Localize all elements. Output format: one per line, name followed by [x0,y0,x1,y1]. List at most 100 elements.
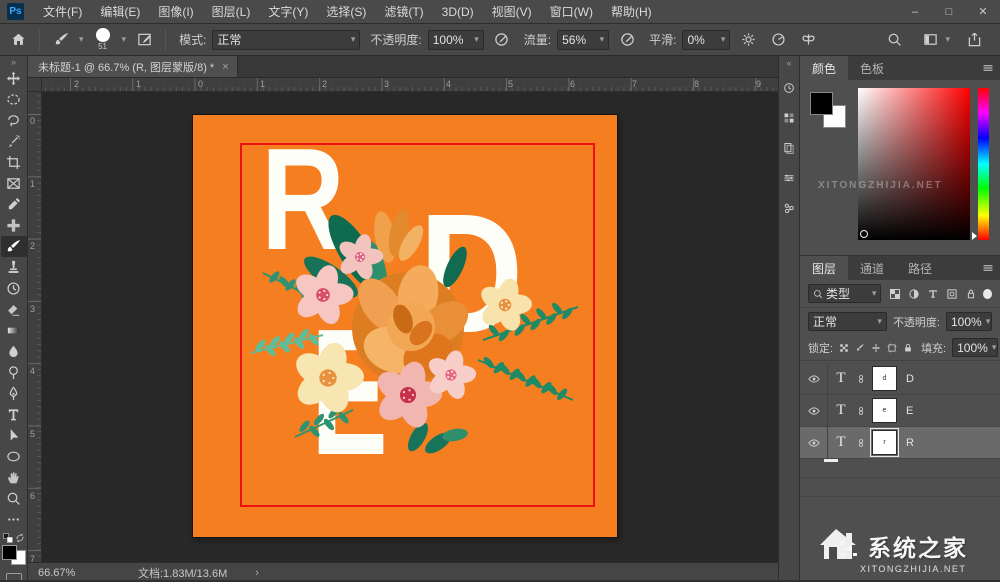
layer-opacity-select[interactable]: 100% ▾ [946,312,992,331]
panel-button-properties[interactable] [779,166,799,190]
panel-button-adjustments[interactable] [779,106,799,130]
tool-frame[interactable] [1,173,27,194]
lock-transparent-icon[interactable] [839,343,849,353]
layer-row-D[interactable]: TdD [800,363,1000,395]
toolbar-collapse-button[interactable]: » [0,57,27,68]
tab-close-icon[interactable]: × [222,61,228,73]
text-layer-thumbnail[interactable]: T [828,402,854,419]
tool-type[interactable] [1,404,27,425]
close-button[interactable]: ✕ [966,0,1000,24]
blend-mode-select[interactable]: 正常 ▾ [212,30,360,50]
tab-layers[interactable]: 图层 [800,256,848,280]
menu-item-select[interactable]: 选择(S) [317,0,375,24]
text-layer-thumbnail[interactable]: T [828,434,854,451]
layer-filter-type-select[interactable]: 类型 ▾ [808,284,881,303]
filter-pixel-icon[interactable] [889,288,901,300]
maximize-button[interactable]: □ [932,0,966,24]
panel-menu-icon[interactable] [982,262,994,274]
tool-brush[interactable] [1,236,27,257]
default-colors-icon[interactable] [3,533,13,543]
smoothing-options-button[interactable] [736,28,760,52]
menu-item-edit[interactable]: 编辑(E) [91,0,149,24]
layer-mask-thumbnail[interactable]: d [872,366,897,391]
tool-pen[interactable] [1,383,27,404]
tool-hand[interactable] [1,467,27,488]
tool-zoom[interactable] [1,488,27,509]
panel-button-comments[interactable] [779,196,799,220]
panel-button-libraries[interactable] [779,136,799,160]
home-button[interactable] [6,28,30,52]
layer-name[interactable]: E [906,405,913,417]
foreground-color-swatch[interactable] [810,92,833,115]
document-tab[interactable]: 未标题-1 @ 66.7% (R, 图层蒙版/8) * × [28,56,238,77]
lock-paint-icon[interactable] [855,343,865,353]
layer-row-E[interactable]: TeE [800,395,1000,427]
paint-symmetry-button[interactable] [796,28,820,52]
brush-tool-preset-button[interactable] [49,28,73,52]
status-options-chevron[interactable]: › [255,567,259,579]
zoom-level-field[interactable]: 66.67% [38,567,98,579]
menu-item-window[interactable]: 窗口(W) [541,0,602,24]
opacity-select[interactable]: 100% ▾ [428,30,484,50]
share-button[interactable] [962,28,986,52]
layer-row-R[interactable]: TrR [800,427,1000,459]
menu-item-filter[interactable]: 滤镜(T) [375,0,432,24]
tool-healing[interactable] [1,215,27,236]
toggle-brush-settings-button[interactable] [132,28,156,52]
tool-dodge[interactable] [1,362,27,383]
tab-color[interactable]: 颜色 [800,56,848,80]
layer-visibility-toggle[interactable] [800,427,828,459]
tool-eyedropper[interactable] [1,194,27,215]
layer-mask-thumbnail[interactable]: r [872,430,897,455]
menu-item-file[interactable]: 文件(F) [34,0,91,24]
filter-type-icon[interactable] [927,288,939,300]
search-button[interactable] [882,28,906,52]
layer-visibility-toggle[interactable] [800,395,828,427]
tool-eraser[interactable] [1,299,27,320]
tab-paths[interactable]: 路径 [896,256,944,280]
tab-channels[interactable]: 通道 [848,256,896,280]
filter-shape-icon[interactable] [946,288,958,300]
menu-item-type[interactable]: 文字(Y) [259,0,317,24]
tool-stamp[interactable] [1,257,27,278]
hue-slider[interactable] [978,88,989,240]
tool-move[interactable] [1,68,27,89]
menu-item-3d[interactable]: 3D(D) [433,0,483,24]
foreground-color-swatch[interactable] [2,545,17,560]
tool-lasso[interactable] [1,110,27,131]
flow-select[interactable]: 56% ▾ [557,30,609,50]
menu-item-image[interactable]: 图像(I) [149,0,202,24]
smoothing-select[interactable]: 0% ▾ [682,30,730,50]
canvas[interactable]: RDE [193,115,617,537]
panel-menu-icon[interactable] [982,62,994,74]
ruler-origin-corner[interactable] [28,78,42,92]
layer-name[interactable]: D [906,373,914,385]
pasteboard[interactable]: RDE [42,92,778,562]
panel-button-history[interactable] [779,76,799,100]
saturation-brightness-field[interactable] [858,88,970,240]
tab-swatches[interactable]: 色板 [848,56,896,80]
layer-filtering-toggle[interactable] [983,289,992,299]
airbrush-button[interactable] [615,28,639,52]
tool-marquee[interactable] [1,89,27,110]
expand-panels-button[interactable]: « [786,58,791,70]
lock-move-icon[interactable] [871,343,881,353]
layer-blend-mode-select[interactable]: 正常 ▾ [808,312,887,331]
hue-slider-marker[interactable] [972,232,977,240]
tool-edit-toolbar[interactable] [1,509,27,530]
color-field-cursor[interactable] [860,230,868,238]
layer-name[interactable]: R [906,437,914,449]
horizontal-ruler[interactable]: 210123456789 [42,78,778,92]
workspace-switcher-button[interactable] [918,28,942,52]
menu-item-help[interactable]: 帮助(H) [602,0,661,24]
menu-item-layer[interactable]: 图层(L) [203,0,260,24]
brush-angle-button[interactable] [766,28,790,52]
menu-item-view[interactable]: 视图(V) [483,0,541,24]
layer-visibility-toggle[interactable] [800,363,828,395]
minimize-button[interactable]: – [898,0,932,24]
text-layer-thumbnail[interactable]: T [828,370,854,387]
lock-all-icon[interactable] [903,343,913,353]
tool-path-select[interactable] [1,425,27,446]
tool-crop[interactable] [1,152,27,173]
brush-preset-picker[interactable]: 51 [90,28,116,51]
